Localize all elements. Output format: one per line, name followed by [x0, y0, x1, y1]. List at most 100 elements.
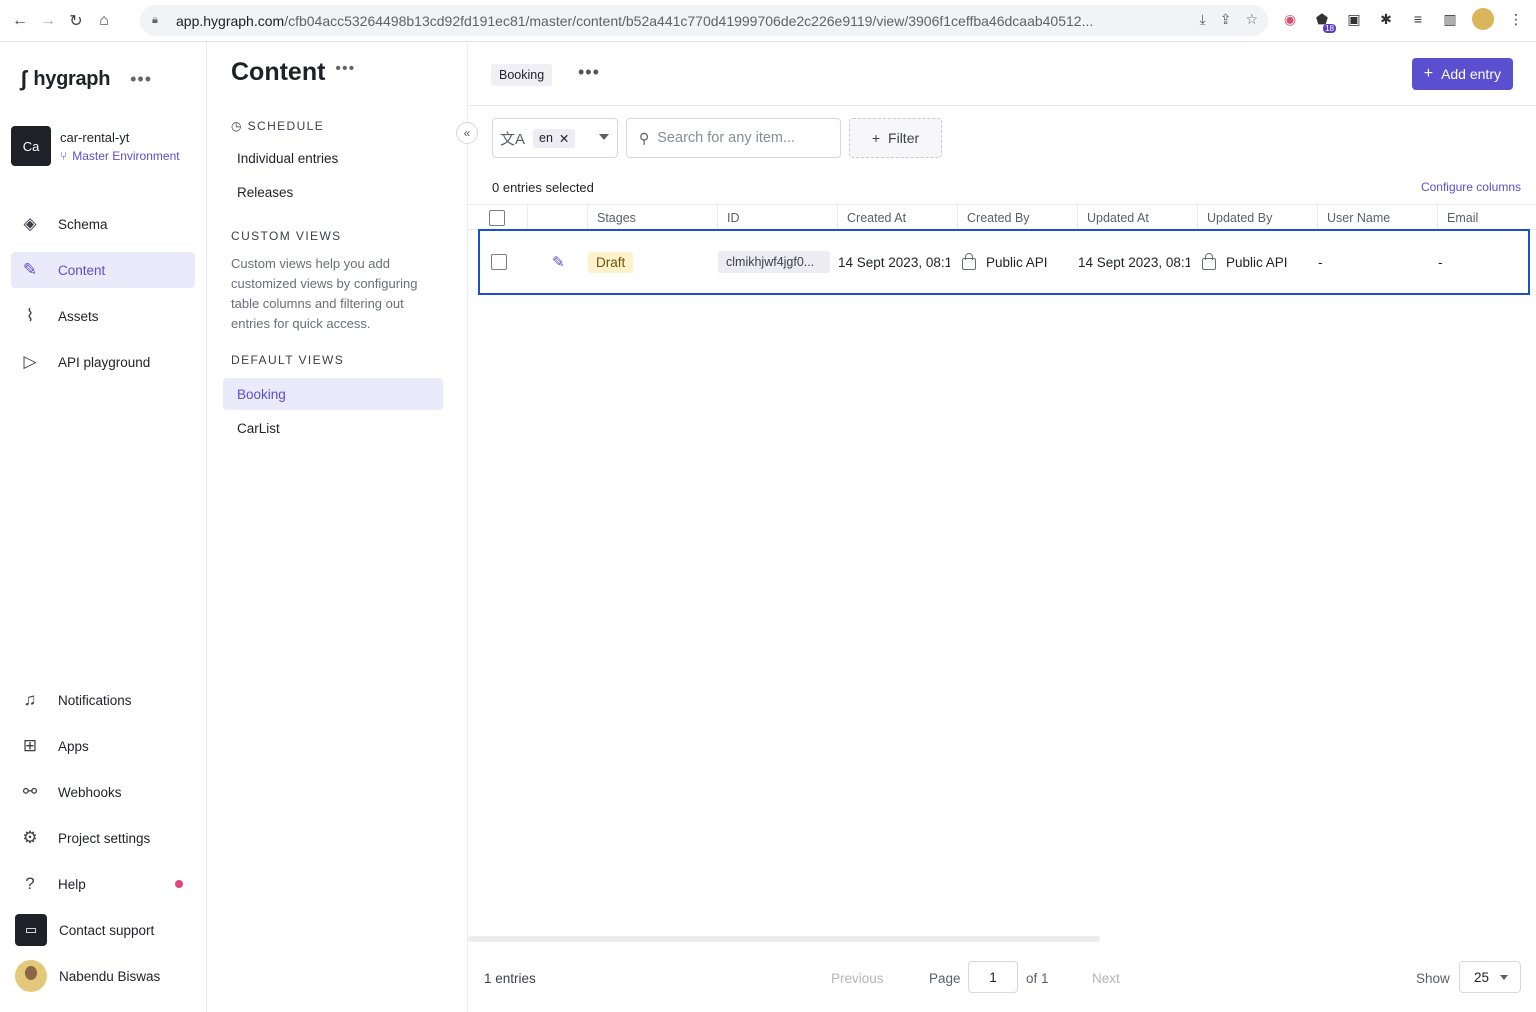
edit-pencil-icon[interactable]: ✎ [552, 253, 565, 271]
nav-assets[interactable]: ⌇ Assets [11, 298, 195, 334]
nav-apps[interactable]: ⊞ Apps [11, 728, 195, 764]
main-content: Booking ••• + Add entry 文A en ✕ ⚲ + Filt… [468, 42, 1536, 1012]
hygraph-logo[interactable]: ʃ hygraph ••• [20, 66, 152, 92]
page-total: of 1 [1026, 971, 1049, 986]
nav-schema[interactable]: ◈ Schema [11, 206, 195, 242]
column-updated-by[interactable]: Updated By [1197, 205, 1317, 230]
back-icon[interactable]: ← [8, 9, 32, 33]
nav-notifications[interactable]: ♫ Notifications [11, 682, 195, 718]
lock-icon [1202, 252, 1216, 270]
view-individual-entries[interactable]: Individual entries [223, 142, 443, 174]
browser-toolbar: ← → ↻ ⌂ 🔒︎ app.hygraph.com/cfb04acc53264… [0, 0, 1536, 42]
entry-id[interactable]: clmikhjwf4jgf0... [718, 251, 830, 273]
view-releases[interactable]: Releases [223, 176, 443, 208]
locale-tag: en ✕ [533, 128, 576, 148]
kebab-menu-icon[interactable]: ⋮ [1506, 9, 1526, 29]
page-size-select[interactable]: 25 [1459, 961, 1521, 993]
column-user-name[interactable]: User Name [1317, 205, 1437, 230]
show-label: Show [1416, 971, 1450, 986]
webhook-icon: ⚯ [22, 782, 38, 801]
screen-capture-extension-icon[interactable]: ▣ [1344, 9, 1364, 29]
nav-webhooks[interactable]: ⚯ Webhooks [11, 774, 195, 810]
filter-button[interactable]: + Filter [849, 118, 942, 158]
extension-badge-icon[interactable]: ⬟ 18 [1312, 9, 1336, 33]
reload-icon[interactable]: ↻ [64, 9, 88, 33]
next-page-button[interactable]: Next [1092, 971, 1120, 986]
view-more-icon[interactable]: ••• [578, 62, 600, 83]
project-switcher[interactable]: Ca car-rental-yt ⑂ Master Environment [11, 126, 180, 166]
view-name-chip: Booking [491, 64, 553, 86]
bookmark-star-icon[interactable]: ☆ [1245, 11, 1258, 28]
column-stages[interactable]: Stages [587, 205, 717, 230]
chevron-down-icon [1500, 975, 1508, 980]
collapse-panel-icon[interactable]: « [456, 122, 478, 144]
custom-views-heading: CUSTOM VIEWS [231, 229, 342, 243]
url-text: app.hygraph.com/cfb04acc53264498b13cd92f… [176, 12, 1094, 29]
row-checkbox[interactable] [491, 254, 507, 270]
add-entry-button[interactable]: + Add entry [1411, 58, 1513, 90]
project-avatar: Ca [11, 126, 51, 166]
created-at-cell: 14 Sept 2023, 08:1 [838, 254, 950, 270]
translate-icon: 文A [500, 130, 526, 148]
column-created-at[interactable]: Created At [837, 205, 957, 230]
search-input[interactable] [657, 130, 828, 146]
table-row[interactable]: ✎ Draft clmikhjwf4jgf0... 14 Sept 2023, … [478, 229, 1530, 295]
default-views-heading: DEFAULT VIEWS [231, 353, 345, 367]
plus-icon: + [871, 130, 881, 146]
nav-content[interactable]: ✎ Content [11, 252, 195, 288]
forward-icon[interactable]: → [36, 9, 60, 33]
configure-columns-link[interactable]: Configure columns [1421, 180, 1521, 194]
column-created-by[interactable]: Created By [957, 205, 1077, 230]
home-icon[interactable]: ⌂ [92, 9, 116, 33]
entries-count: 1 entries [484, 971, 536, 986]
lock-icon: 🔒︎ [152, 14, 158, 26]
pagination-footer: 1 entries Previous Page 1 of 1 Next Show… [468, 946, 1536, 1012]
nav-contact-support[interactable]: ▭ Contact support [11, 912, 195, 948]
address-bar[interactable]: 🔒︎ app.hygraph.com/cfb04acc53264498b13cd… [140, 5, 1268, 36]
remove-locale-icon[interactable]: ✕ [559, 131, 569, 146]
project-name: car-rental-yt [60, 129, 130, 145]
table-header: Stages ID Created At Created By Updated … [468, 204, 1536, 230]
nav-api-playground[interactable]: ▷ API playground [11, 344, 195, 380]
view-booking[interactable]: Booking [223, 378, 443, 410]
horizontal-scrollbar[interactable] [468, 936, 1100, 942]
nav-help[interactable]: ? Help [11, 866, 195, 902]
play-icon: ▷ [23, 352, 37, 371]
page-label: Page [929, 971, 961, 986]
install-icon[interactable]: ⤓ [1200, 11, 1206, 28]
share-icon[interactable]: ⇪ [1220, 11, 1232, 28]
profile-avatar[interactable] [1472, 8, 1494, 30]
entries-table: Stages ID Created At Created By Updated … [468, 204, 1536, 295]
page-number-input[interactable]: 1 [968, 961, 1018, 993]
stage-badge: Draft [588, 251, 634, 273]
clock-icon: ◷ [231, 119, 243, 133]
color-wheel-extension-icon[interactable]: ◉ [1280, 9, 1300, 29]
reading-list-icon[interactable]: ≡ [1408, 9, 1428, 29]
branch-icon: ⑂ [60, 148, 68, 163]
puzzle-extensions-icon[interactable]: ✱ [1376, 9, 1396, 29]
column-email[interactable]: Email [1437, 205, 1536, 230]
updated-at-cell: 14 Sept 2023, 08:1 [1078, 254, 1190, 270]
plus-icon: + [1423, 65, 1434, 82]
nav-project-settings[interactable]: ⚙ Project settings [11, 820, 195, 856]
content-side-panel: Content ••• « ◷ SCHEDULE Individual entr… [207, 42, 478, 1012]
column-id[interactable]: ID [717, 205, 837, 230]
panel-more-icon[interactable]: ••• [335, 60, 355, 78]
nav-user-profile[interactable]: Nabendu Biswas [11, 958, 195, 994]
previous-page-button[interactable]: Previous [831, 971, 884, 986]
environment-link[interactable]: ⑂ Master Environment [60, 149, 180, 163]
layers-icon: ◈ [23, 214, 37, 233]
lock-icon [962, 252, 976, 270]
paperclip-icon: ⌇ [25, 306, 35, 325]
more-options-icon[interactable]: ••• [130, 69, 152, 90]
custom-views-description: Custom views help you add customized vie… [231, 256, 418, 331]
user-name-cell: - [1318, 254, 1323, 270]
side-panel-icon[interactable]: ▥ [1440, 9, 1460, 29]
column-updated-at[interactable]: Updated At [1077, 205, 1197, 230]
select-all-checkbox[interactable] [489, 209, 505, 226]
search-box[interactable]: ⚲ [626, 118, 841, 158]
panel-title: Content ••• [231, 58, 356, 86]
locale-selector[interactable]: 文A en ✕ [492, 118, 618, 158]
view-carlist[interactable]: CarList [223, 412, 443, 444]
chat-icon: ▭ [15, 914, 47, 946]
